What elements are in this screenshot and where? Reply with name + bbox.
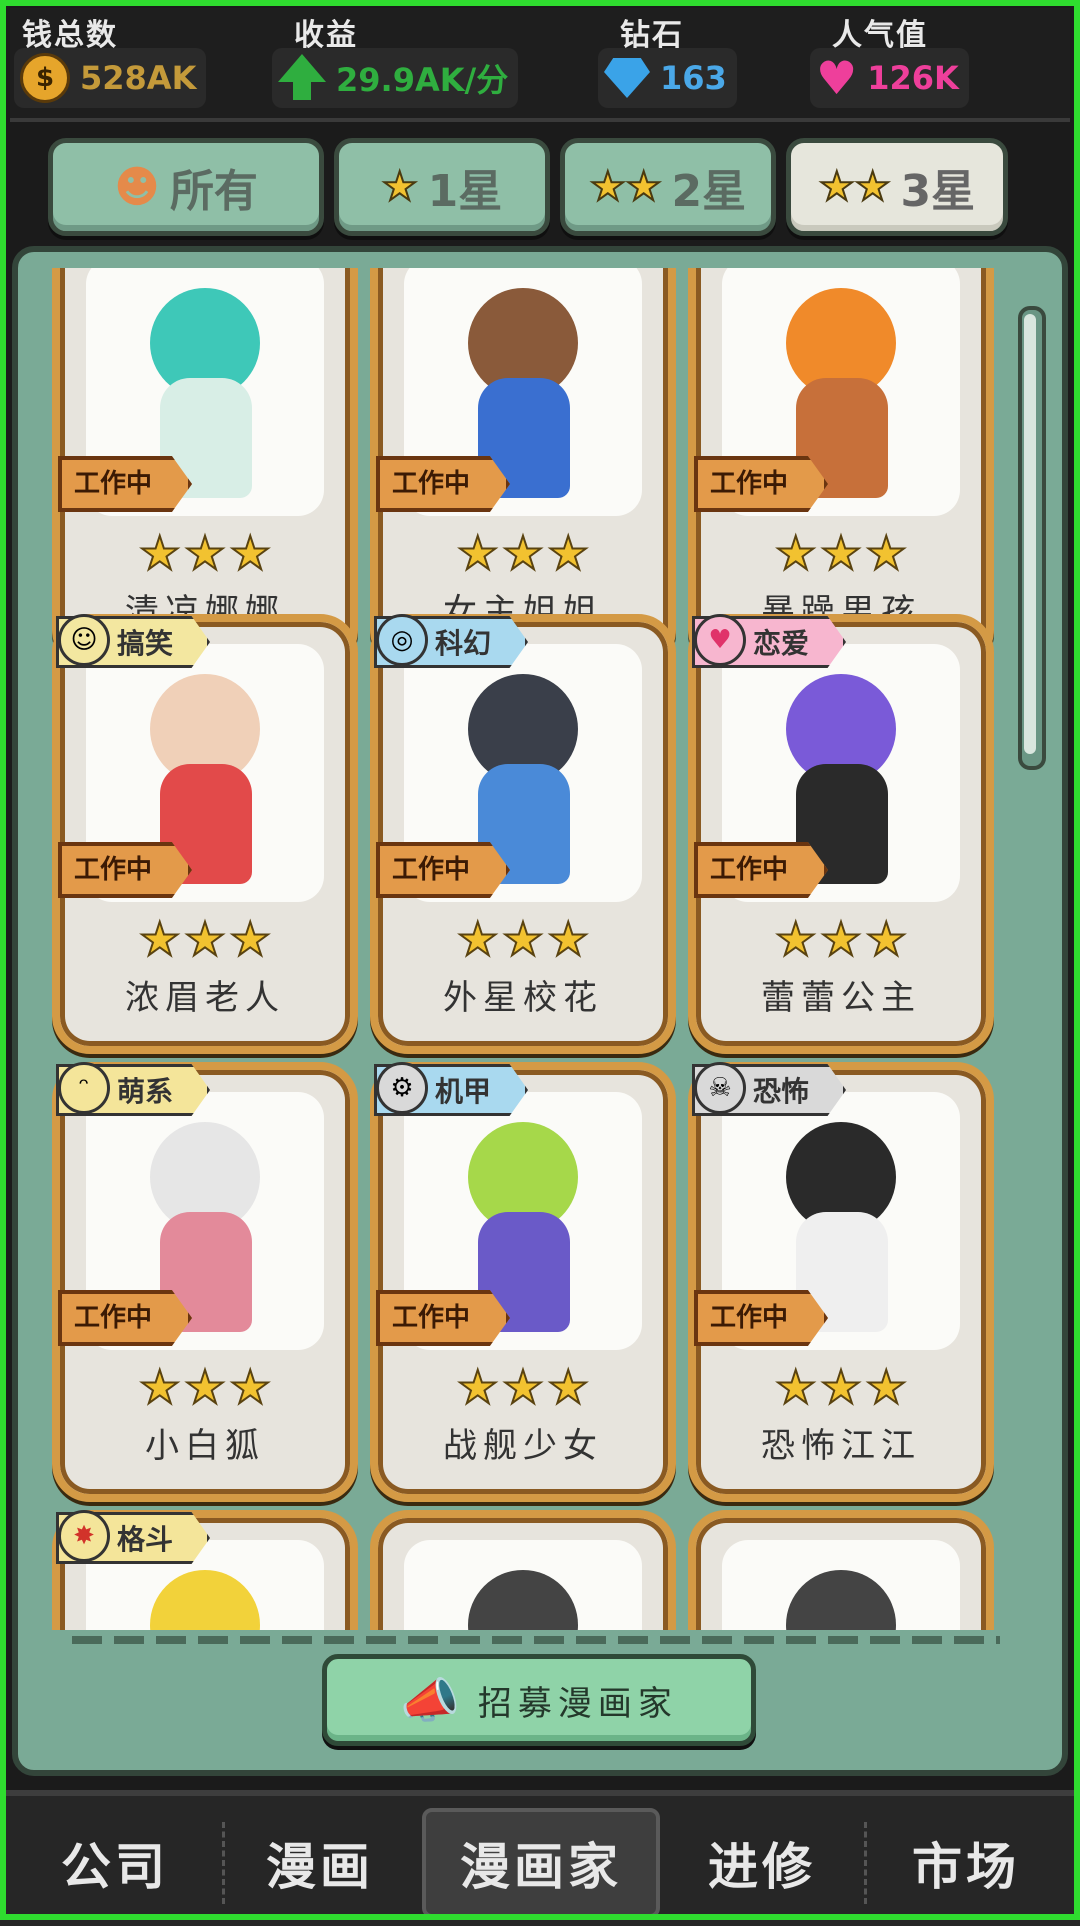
star-rating: ★★★ <box>774 1359 908 1415</box>
artist-name: 恐怖江江 <box>761 1426 921 1466</box>
working-badge: 工作中 <box>376 1290 511 1346</box>
coin-icon: $ <box>20 53 70 103</box>
tab-3-star[interactable]: ★★ 3星 <box>786 138 1008 236</box>
working-badge: 工作中 <box>694 456 829 512</box>
heart-icon: ♥ <box>816 51 858 105</box>
working-badge: 工作中 <box>58 1290 193 1346</box>
artist-name: 外星校花 <box>443 978 603 1018</box>
working-badge: 工作中 <box>58 456 193 512</box>
comedy-icon: ☺ <box>58 614 110 666</box>
star-icon: ★★ <box>818 163 892 211</box>
locked-artist-card[interactable] <box>688 1510 994 1630</box>
megaphone-icon: 📣 <box>400 1672 460 1729</box>
star-rating: ★★★ <box>456 911 590 967</box>
cute-icon: ᵔ <box>58 1062 110 1114</box>
tab-2-star[interactable]: ★★ 2星 <box>560 138 776 236</box>
star-rating: ★★★ <box>774 911 908 967</box>
star-rating: ★★★ <box>774 525 908 581</box>
artist-card[interactable]: ☺ 搞笑 工作中 ★★★ 浓眉老人 <box>52 614 358 1054</box>
tab-3-star-label: 3星 <box>900 166 976 217</box>
artist-card[interactable]: ᵔ 萌系 工作中 ★★★ 小白狐 <box>52 1062 358 1502</box>
nav-company[interactable]: 公司 <box>20 1808 210 1918</box>
working-badge: 工作中 <box>376 842 511 898</box>
nav-comics[interactable]: 漫画 <box>222 1808 418 1918</box>
money-stat: 钱总数 $ 528AK <box>14 8 264 118</box>
stats-bar: 钱总数 $ 528AK 收益 29.9AK/分 钻石 163 人气值 ♥ 126… <box>10 8 1070 122</box>
income-stat: 收益 29.9AK/分 <box>272 8 572 118</box>
recruit-label: 招募漫画家 <box>477 1683 678 1724</box>
popularity-value: 126K <box>867 59 959 97</box>
artist-card[interactable]: ⚙ 机甲 工作中 ★★★ 战舰少女 <box>370 1062 676 1502</box>
tab-2-star-label: 2星 <box>671 166 747 217</box>
star-icon: ★★ <box>589 163 663 211</box>
artist-name: 蕾蕾公主 <box>761 978 921 1018</box>
artist-name: 战舰少女 <box>443 1426 603 1466</box>
working-badge: 工作中 <box>694 842 829 898</box>
nav-market[interactable]: 市场 <box>868 1808 1064 1918</box>
artist-silhouette <box>404 1540 642 1630</box>
artist-silhouette <box>722 1540 960 1630</box>
tab-1-star[interactable]: ★ 1星 <box>334 138 550 236</box>
locked-artist-card[interactable] <box>370 1510 676 1630</box>
artist-card[interactable]: 工作中 ★★★ 清凉娜娜 <box>52 268 358 668</box>
artist-card[interactable]: ◎ 科幻 工作中 ★★★ 外星校花 <box>370 614 676 1054</box>
tab-all-label: 所有 <box>169 166 258 217</box>
scroll-thumb[interactable] <box>1024 314 1036 754</box>
nav-artists[interactable]: 漫画家 <box>422 1808 660 1918</box>
popularity-stat: 人气值 ♥ 126K <box>810 8 1060 118</box>
star-icon: ★ <box>381 163 419 211</box>
star-rating: ★★★ <box>138 525 272 581</box>
bottom-nav: 公司 漫画 漫画家 进修 市场 <box>0 1790 1080 1926</box>
people-icon: ☻ <box>114 161 160 213</box>
tab-1-star-label: 1星 <box>427 166 503 217</box>
income-value: 29.9AK/分 <box>336 61 509 99</box>
nav-training[interactable]: 进修 <box>664 1808 860 1918</box>
money-value: 528AK <box>80 59 197 97</box>
artist-card[interactable]: ☠ 恐怖 工作中 ★★★ 恐怖江江 <box>688 1062 994 1502</box>
divider <box>72 1636 1000 1644</box>
star-rating: ★★★ <box>138 1359 272 1415</box>
artist-grid[interactable]: 工作中 ★★★ 清凉娜娜 工作中 ★★★ 女主姐姐 工作中 ★★★ 暴躁男孩 ☺… <box>36 268 996 1630</box>
star-rating: ★★★ <box>456 525 590 581</box>
star-rating: ★★★ <box>138 911 272 967</box>
recruit-artist-button[interactable]: 📣 招募漫画家 <box>322 1654 756 1746</box>
working-badge: 工作中 <box>58 842 193 898</box>
artist-card[interactable]: 工作中 ★★★ 女主姐姐 <box>370 268 676 668</box>
diamond-icon <box>604 58 650 98</box>
star-rating: ★★★ <box>456 1359 590 1415</box>
fight-icon: ✸ <box>58 1510 110 1562</box>
working-badge: 工作中 <box>376 456 511 512</box>
artist-name: 小白狐 <box>145 1426 265 1466</box>
up-arrow-icon <box>278 54 326 102</box>
diamond-value: 163 <box>660 59 727 97</box>
artist-card[interactable]: ♥ 恋爱 工作中 ★★★ 蕾蕾公主 <box>688 614 994 1054</box>
artist-card[interactable]: 工作中 ★★★ 暴躁男孩 <box>688 268 994 668</box>
heart-icon: ♥ <box>694 614 746 666</box>
tab-all[interactable]: ☻ 所有 <box>48 138 324 236</box>
artist-name: 浓眉老人 <box>125 978 285 1018</box>
gear-icon: ⚙ <box>376 1062 428 1114</box>
skull-icon: ☠ <box>694 1062 746 1114</box>
scifi-icon: ◎ <box>376 614 428 666</box>
scrollbar[interactable] <box>1018 306 1046 770</box>
artist-card[interactable]: ✸ 格斗 <box>52 1510 358 1630</box>
diamond-stat: 钻石 163 <box>598 8 798 118</box>
working-badge: 工作中 <box>694 1290 829 1346</box>
